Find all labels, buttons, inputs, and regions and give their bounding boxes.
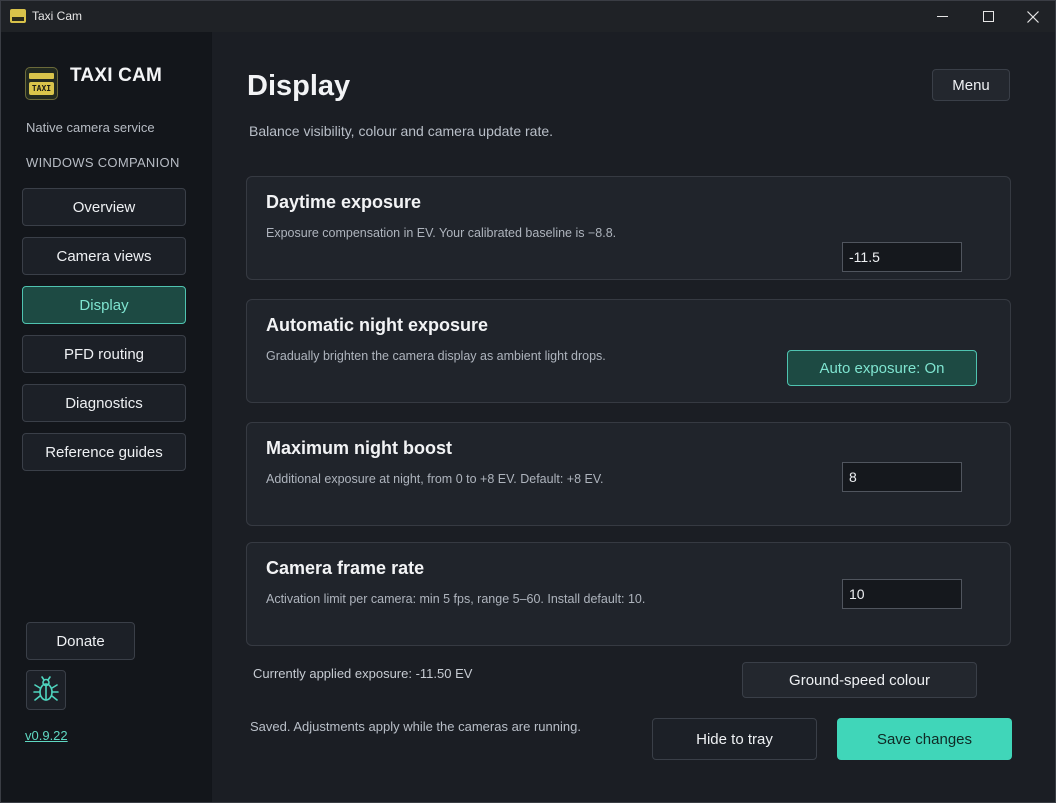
logo-roof-bar: [29, 73, 54, 79]
card-night-exposure: Automatic night exposure Gradually brigh…: [246, 299, 1011, 403]
card-title: Camera frame rate: [266, 558, 425, 578]
taxi-app-icon: [10, 9, 26, 23]
card-daytime-exposure: Daytime exposure Exposure compensation i…: [246, 176, 1011, 280]
night-boost-input[interactable]: [842, 462, 962, 492]
brand-title: TAXI CAM: [70, 65, 163, 86]
ground-speed-colour-button[interactable]: Ground-speed colour: [742, 662, 977, 698]
nav-pfd-routing[interactable]: PFD routing: [22, 335, 186, 373]
card-frame-rate: Camera frame rate Activation limit per c…: [246, 542, 1011, 646]
donate-button[interactable]: Donate: [26, 622, 135, 660]
card-description: Exposure compensation in EV. Your calibr…: [266, 226, 617, 240]
sidebar: TAXI TAXI CAM Native camera service WIND…: [1, 32, 211, 802]
close-icon: [1027, 10, 1039, 23]
nav-overview[interactable]: Overview: [22, 188, 186, 226]
taxi-cam-logo: TAXI: [25, 67, 58, 100]
page-subtitle: Balance visibility, colour and camera up…: [249, 123, 554, 139]
card-title: Maximum night boost: [266, 438, 452, 458]
applied-exposure-text: Currently applied exposure: -11.50 EV: [253, 666, 473, 681]
menu-button[interactable]: Menu: [932, 69, 1010, 101]
hide-to-tray-button[interactable]: Hide to tray: [652, 718, 817, 760]
nav-diagnostics[interactable]: Diagnostics: [22, 384, 186, 422]
minimize-button[interactable]: [919, 1, 965, 32]
bug-icon: [33, 676, 59, 701]
companion-label: WINDOWS COMPANION: [26, 155, 180, 170]
nav-reference-guides[interactable]: Reference guides: [22, 433, 186, 471]
auto-exposure-toggle[interactable]: Auto exposure: On: [787, 350, 977, 386]
logo-taxi-text: TAXI: [29, 82, 54, 95]
save-status-text: Saved. Adjustments apply while the camer…: [250, 719, 581, 734]
app-window: Taxi Cam TAXI TAXI CAM Native camera ser…: [0, 0, 1056, 803]
card-title: Automatic night exposure: [266, 315, 489, 335]
frame-rate-input[interactable]: [842, 579, 962, 609]
report-bug-button[interactable]: [26, 670, 66, 710]
card-description: Gradually brighten the camera display as…: [266, 349, 606, 363]
card-description: Additional exposure at night, from 0 to …: [266, 472, 604, 486]
card-title: Daytime exposure: [266, 192, 422, 212]
maximize-icon: [982, 11, 994, 22]
close-button[interactable]: [1010, 1, 1055, 32]
nav-display[interactable]: Display: [22, 286, 186, 324]
main-panel: Display Menu Balance visibility, colour …: [212, 32, 1055, 802]
nav-camera-views[interactable]: Camera views: [22, 237, 186, 275]
title-bar: Taxi Cam: [1, 1, 1055, 32]
maximize-button[interactable]: [965, 1, 1011, 32]
minimize-icon: [936, 16, 948, 17]
card-description: Activation limit per camera: min 5 fps, …: [266, 592, 646, 606]
daytime-exposure-input[interactable]: [842, 242, 962, 272]
page-title: Display: [247, 70, 351, 102]
save-changes-button[interactable]: Save changes: [837, 718, 1012, 760]
version-link[interactable]: v0.9.22: [25, 728, 68, 743]
window-title: Taxi Cam: [32, 9, 83, 23]
service-label: Native camera service: [26, 120, 155, 135]
card-night-boost: Maximum night boost Additional exposure …: [246, 422, 1011, 526]
